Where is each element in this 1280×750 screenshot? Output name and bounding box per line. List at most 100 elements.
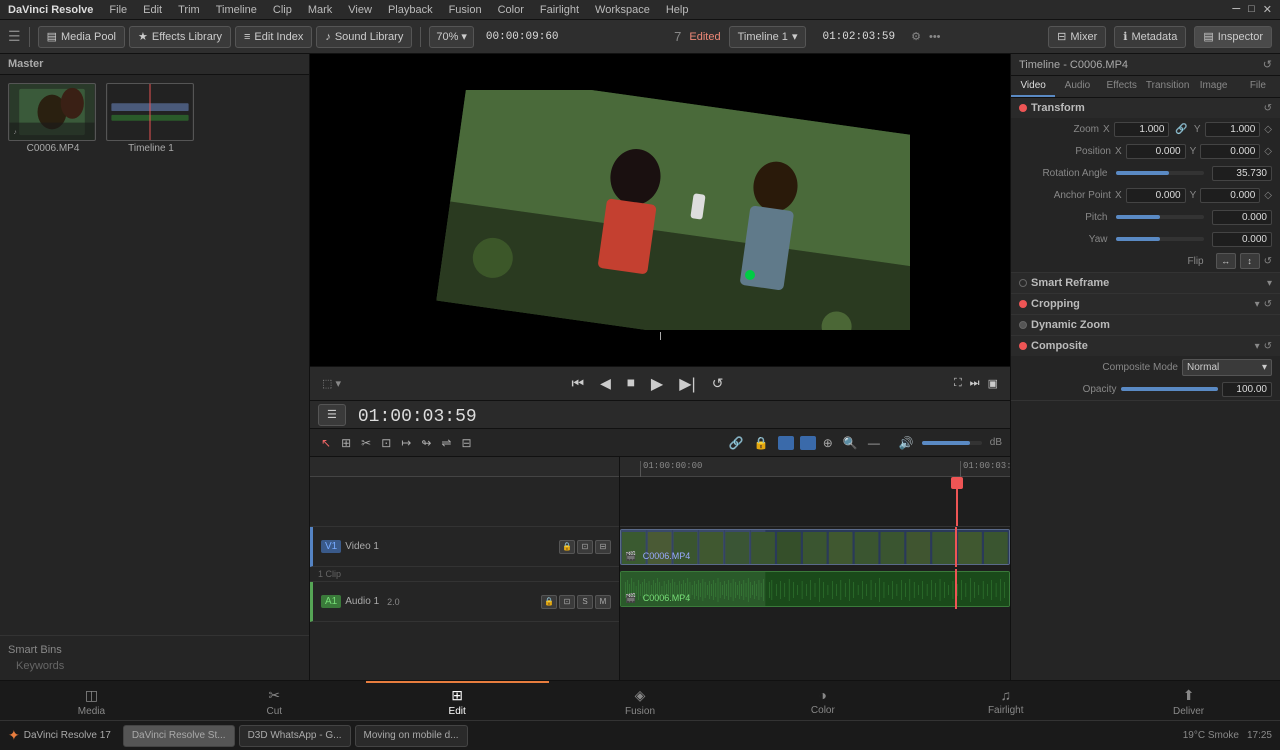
zoom-link-icon[interactable]: 🔗 xyxy=(1173,124,1189,135)
window-maximize-btn[interactable]: □ xyxy=(1248,3,1255,16)
play-btn[interactable]: ▶ xyxy=(647,372,667,396)
snap-btn[interactable]: ⊕ xyxy=(820,434,836,452)
composite-header[interactable]: Composite ▾ ↺ xyxy=(1011,336,1280,356)
sound-library-btn[interactable]: ♪ Sound Library xyxy=(316,26,412,48)
track-color-a[interactable] xyxy=(800,436,816,450)
tab-media[interactable]: ◫ Media xyxy=(0,681,183,720)
pitch-slider[interactable] xyxy=(1116,215,1205,219)
smart-reframe-header[interactable]: Smart Reframe ▾ xyxy=(1011,273,1280,293)
menu-view[interactable]: View xyxy=(348,4,372,16)
tab-effects[interactable]: Effects xyxy=(1100,76,1144,97)
inspector-btn[interactable]: ▤ Inspector xyxy=(1194,26,1272,48)
video-track[interactable]: 🎬 C0006.MP4 xyxy=(620,527,1010,567)
go-to-start-btn[interactable]: ⏮ xyxy=(568,373,589,394)
more-tools-btn[interactable]: — xyxy=(865,434,883,452)
tab-fairlight[interactable]: ♫ Fairlight xyxy=(914,681,1097,720)
window-minimize-btn[interactable]: ─ xyxy=(1232,3,1240,16)
tab-transition[interactable]: Transition xyxy=(1144,76,1192,97)
pos-x-value[interactable]: 0.000 xyxy=(1126,144,1186,159)
replace-btn[interactable]: ⇌ xyxy=(438,434,454,452)
mixer-btn[interactable]: ⊟ Mixer xyxy=(1048,26,1106,48)
audio-lock-btn[interactable]: 🔒 xyxy=(541,595,557,609)
zoom-x-value[interactable]: 1.000 xyxy=(1114,122,1170,137)
go-to-end-btn[interactable]: ⏭ xyxy=(970,377,980,390)
volume-icon[interactable]: 🔊 xyxy=(899,436,914,450)
media-thumb-timeline1[interactable]: Timeline 1 xyxy=(106,83,196,154)
transform-header[interactable]: Transform ↺ xyxy=(1011,98,1280,118)
zoom-reset-btn[interactable]: ◇ xyxy=(1264,124,1272,135)
cropping-expand-icon[interactable]: ▾ xyxy=(1255,299,1260,310)
zoom-y-value[interactable]: 1.000 xyxy=(1205,122,1261,137)
cropping-reset-btn[interactable]: ↺ xyxy=(1264,299,1272,310)
volume-slider[interactable] xyxy=(922,441,982,445)
insert-btn[interactable]: ↦ xyxy=(398,434,414,452)
menu-file[interactable]: File xyxy=(109,4,127,16)
link-btn[interactable]: 🔗 xyxy=(726,434,747,452)
media-pool-btn[interactable]: ▤ Media Pool xyxy=(38,26,125,48)
menu-trim[interactable]: Trim xyxy=(178,4,200,16)
go-back-btn[interactable]: ◀ xyxy=(596,373,615,394)
blade-tool-btn[interactable]: ✂ xyxy=(358,434,374,452)
zoom-selector[interactable]: 70% ▾ xyxy=(429,26,474,48)
composite-expand-icon[interactable]: ▾ xyxy=(1255,341,1260,352)
keywords-item[interactable]: Keywords xyxy=(8,660,301,672)
rotation-slider[interactable] xyxy=(1116,171,1205,175)
pos-reset-btn[interactable]: ◇ xyxy=(1264,146,1272,157)
metadata-btn[interactable]: ℹ Metadata xyxy=(1114,26,1186,48)
opacity-slider[interactable] xyxy=(1121,387,1219,391)
taskbar-davinci[interactable]: DaVinci Resolve St... xyxy=(123,725,235,747)
more-options-icon[interactable]: ••• xyxy=(929,31,941,43)
dynamic-zoom-header[interactable]: Dynamic Zoom xyxy=(1011,315,1280,335)
flip-h-btn[interactable]: ↔ xyxy=(1216,253,1236,269)
pos-y-value[interactable]: 0.000 xyxy=(1200,144,1260,159)
fullscreen-btn[interactable]: ⛶ xyxy=(954,377,962,390)
timeline-settings-btn[interactable]: ☰ xyxy=(318,404,346,426)
menu-edit[interactable]: Edit xyxy=(143,4,162,16)
tab-fusion[interactable]: ◈ Fusion xyxy=(549,681,732,720)
stop-btn[interactable]: ⏹ xyxy=(623,373,639,395)
menu-color[interactable]: Color xyxy=(498,4,524,16)
video-lock-btn[interactable]: 🔒 xyxy=(559,540,575,554)
yaw-slider[interactable] xyxy=(1116,237,1205,241)
tab-audio[interactable]: Audio xyxy=(1055,76,1099,97)
audio-viewer-btn[interactable]: ⊡ xyxy=(559,595,575,609)
menu-clip[interactable]: Clip xyxy=(273,4,292,16)
audio-track[interactable]: 🎬 C0006.MP4 xyxy=(620,569,1010,609)
menu-davinci[interactable]: DaVinci Resolve xyxy=(8,4,93,16)
menu-fairlight[interactable]: Fairlight xyxy=(540,4,579,16)
loop-btn[interactable]: ↺ xyxy=(708,373,728,394)
trim-tool-btn[interactable]: ⊞ xyxy=(338,434,354,452)
settings-icon[interactable]: ⚙ xyxy=(911,30,921,43)
rotation-value[interactable]: 35.730 xyxy=(1212,166,1272,181)
select-tool-btn[interactable]: ↖ xyxy=(318,434,334,452)
playhead[interactable] xyxy=(956,477,958,526)
cropping-header[interactable]: Cropping ▾ ↺ xyxy=(1011,294,1280,314)
cinema-mode-btn[interactable]: ▣ xyxy=(988,377,998,390)
composite-mode-dropdown[interactable]: Normal ▾ xyxy=(1182,359,1272,376)
tab-video[interactable]: Video xyxy=(1011,76,1055,97)
track-color-v[interactable] xyxy=(778,436,794,450)
audio-clip-c0006[interactable]: 🎬 C0006.MP4 xyxy=(620,571,1010,607)
anchor-reset-btn[interactable]: ◇ xyxy=(1264,190,1272,201)
tab-edit[interactable]: ⊞ Edit xyxy=(366,681,549,720)
audio-mute-btn[interactable]: M xyxy=(595,595,611,609)
video-clip-c0006[interactable]: 🎬 C0006.MP4 xyxy=(620,529,1010,565)
media-thumb-c0006[interactable]: ♪ C0006.MP4 xyxy=(8,83,98,154)
opacity-value[interactable]: 100.00 xyxy=(1222,382,1272,397)
tab-color[interactable]: ◑ Color xyxy=(731,681,914,720)
yaw-value[interactable]: 0.000 xyxy=(1212,232,1272,247)
menu-mark[interactable]: Mark xyxy=(308,4,332,16)
gap-btn[interactable]: ⊟ xyxy=(458,434,474,452)
pitch-value[interactable]: 0.000 xyxy=(1212,210,1272,225)
tab-file[interactable]: File xyxy=(1236,76,1280,97)
menu-playback[interactable]: Playback xyxy=(388,4,433,16)
anchor-x-value[interactable]: 0.000 xyxy=(1126,188,1186,203)
taskbar-whatsapp[interactable]: D3D WhatsApp - G... xyxy=(239,725,351,747)
composite-reset-btn[interactable]: ↺ xyxy=(1264,341,1272,352)
timeline-selector[interactable]: Timeline 1 ▾ xyxy=(729,26,807,48)
tab-cut[interactable]: ✂ Cut xyxy=(183,681,366,720)
window-close-btn[interactable]: ✕ xyxy=(1263,3,1272,16)
flip-v-btn[interactable]: ↕ xyxy=(1240,253,1260,269)
flip-reset-btn[interactable]: ↺ xyxy=(1264,256,1272,267)
taskbar-browser[interactable]: Moving on mobile d... xyxy=(355,725,468,747)
